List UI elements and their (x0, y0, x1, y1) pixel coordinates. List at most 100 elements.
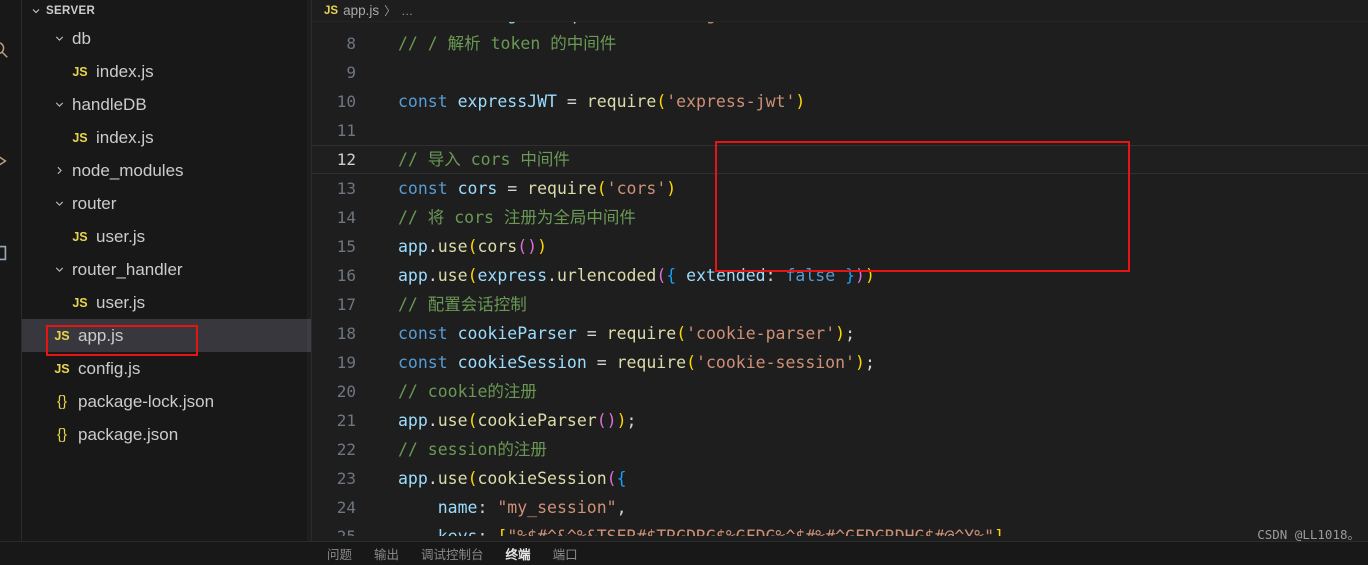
code-line[interactable]: 11 (312, 116, 1368, 145)
code-line[interactable]: 23 app.use(cookieSession({ (312, 464, 1368, 493)
sidebar-scrollbar[interactable] (307, 0, 311, 565)
panel-tab-ports[interactable]: 端口 (553, 544, 578, 563)
code-line[interactable]: 17 // 配置会话控制 (312, 290, 1368, 319)
code-editor: JS app.js 〉 … 7 const config = require('… (312, 0, 1368, 565)
tree-item-label: user.js (96, 292, 146, 312)
tree-item-handledb[interactable]: handleDB (22, 88, 311, 121)
tree-item-router-handler[interactable]: router_handler (22, 253, 311, 286)
breadcrumb-file-name[interactable]: app.js (343, 3, 379, 18)
code-line[interactable]: 9 (312, 58, 1368, 87)
code-line[interactable]: 10 const expressJWT = require('express-j… (312, 87, 1368, 116)
explorer-sidebar: SERVER db JS index.js handleDB JS index.… (22, 0, 312, 565)
tree-item-handledb-index-js[interactable]: JS index.js (22, 121, 311, 154)
line-content: const cors = require('cors') (398, 179, 677, 198)
line-number: 19 (336, 353, 356, 372)
chevron-down-icon (50, 32, 68, 45)
tree-item-label: package.json (78, 424, 179, 444)
code-line[interactable]: 18 const cookieParser = require('cookie-… (312, 319, 1368, 348)
line-number: 18 (336, 324, 356, 343)
code-line-active[interactable]: 12 // 导入 cors 中间件 (312, 145, 1368, 174)
editor-vertical-scrollbar[interactable] (1354, 22, 1368, 541)
line-content: name: "my_session", (437, 498, 627, 517)
source-control-icon[interactable] (0, 272, 12, 298)
tree-item-label: router (72, 193, 117, 213)
chevron-down-icon (30, 5, 42, 17)
js-file-icon: JS (72, 295, 88, 310)
tree-item-label: config.js (78, 358, 141, 378)
panel-tab-debug-console[interactable]: 调试控制台 (421, 544, 484, 563)
code-line[interactable]: 20 // cookie的注册 (312, 377, 1368, 406)
tree-item-db[interactable]: db (22, 22, 311, 55)
line-number: 14 (336, 208, 356, 227)
js-file-icon: JS (54, 328, 70, 343)
tree-item-label: user.js (96, 226, 146, 246)
code-line[interactable]: 19 const cookieSession = require('cookie… (312, 348, 1368, 377)
tree-item-router-user-js[interactable]: JS user.js (22, 220, 311, 253)
explorer-section-header[interactable]: SERVER (22, 0, 311, 22)
run-debug-icon[interactable] (0, 148, 12, 174)
extensions-icon[interactable] (0, 240, 12, 266)
code-line[interactable]: 22 // session的注册 (312, 435, 1368, 464)
line-content: const config = require('./config') (380, 22, 1368, 29)
line-content: const cookieParser = require('cookie-par… (398, 324, 856, 343)
line-content: keys: ["%$#^&^%&TSER#$TRGDRG$%GFDG%^$#%#… (380, 522, 1368, 536)
code-line[interactable]: 14 // 将 cors 注册为全局中间件 (312, 203, 1368, 232)
panel-tab-output[interactable]: 输出 (374, 544, 399, 563)
json-file-icon: {} (56, 426, 68, 443)
code-line[interactable]: 25 keys: ["%$#^&^%&TSER#$TRGDRG$%GFDG%^$… (312, 522, 1368, 536)
line-number: 24 (336, 498, 356, 517)
code-line[interactable]: 15 app.use(cors()) (312, 232, 1368, 261)
line-content: app.use(cookieSession({ (398, 469, 627, 488)
line-number: 16 (336, 266, 356, 285)
chevron-down-icon (50, 197, 68, 210)
vscode-window: SERVER db JS index.js handleDB JS index.… (0, 0, 1368, 565)
watermark: CSDN @LL1018。 (1257, 527, 1360, 542)
line-number: 20 (336, 382, 356, 401)
line-content: // 配置会话控制 (398, 295, 527, 314)
tree-item-router[interactable]: router (22, 187, 311, 220)
breadcrumb-ellipsis[interactable]: … (401, 4, 413, 18)
panel-left-filler (0, 541, 291, 565)
activity-bar (0, 0, 22, 565)
tree-item-label: node_modules (72, 160, 184, 180)
file-tree: db JS index.js handleDB JS index.js node… (22, 22, 311, 451)
tree-item-node-modules[interactable]: node_modules (22, 154, 311, 187)
line-content: app.use(express.urlencoded({ extended: f… (398, 266, 875, 285)
line-number: 22 (336, 440, 356, 459)
panel-tab-problems[interactable]: 问题 (327, 544, 352, 563)
code-line[interactable]: 24 name: "my_session", (312, 493, 1368, 522)
search-icon[interactable] (0, 36, 12, 62)
tree-item-db-index-js[interactable]: JS index.js (22, 55, 311, 88)
line-content: app.use(cors()) (398, 237, 548, 256)
code-lines[interactable]: 7 const config = require('./config') 8 /… (312, 22, 1368, 543)
line-number: 23 (336, 469, 356, 488)
code-line[interactable]: 8 // / 解析 token 的中间件 (312, 29, 1368, 58)
tree-item-label: app.js (78, 325, 124, 345)
line-number: 8 (346, 34, 356, 53)
tree-item-config-js[interactable]: JS config.js (22, 352, 311, 385)
code-line[interactable]: 21 app.use(cookieParser()); (312, 406, 1368, 435)
explorer-section-title: SERVER (46, 5, 96, 17)
breadcrumb[interactable]: JS app.js 〉 … (312, 0, 1368, 22)
code-line[interactable]: 16 app.use(express.urlencoded({ extended… (312, 261, 1368, 290)
line-number: 11 (336, 121, 356, 140)
line-content: const expressJWT = require('express-jwt'… (398, 92, 806, 111)
code-line[interactable]: 7 const config = require('./config') (312, 22, 1368, 29)
line-content: // cookie的注册 (398, 382, 537, 401)
js-file-icon: JS (54, 361, 70, 376)
js-file-icon: JS (324, 4, 339, 17)
tree-item-package-json[interactable]: {} package.json (22, 418, 311, 451)
line-number: 9 (346, 63, 356, 82)
line-number: 17 (336, 295, 356, 314)
panel-tab-terminal[interactable]: 终端 (506, 544, 531, 563)
line-number: 7 (312, 22, 380, 29)
tree-item-app-js[interactable]: JS app.js (22, 319, 311, 352)
chevron-down-icon (50, 98, 68, 111)
code-line[interactable]: 13 const cors = require('cors') (312, 174, 1368, 203)
tree-item-router-handler-user-js[interactable]: JS user.js (22, 286, 311, 319)
chevron-down-icon (50, 263, 68, 276)
line-number: 25 (312, 522, 380, 536)
tree-item-package-lock-json[interactable]: {} package-lock.json (22, 385, 311, 418)
tree-item-label: db (72, 28, 91, 48)
line-content: // 将 cors 注册为全局中间件 (398, 208, 636, 227)
